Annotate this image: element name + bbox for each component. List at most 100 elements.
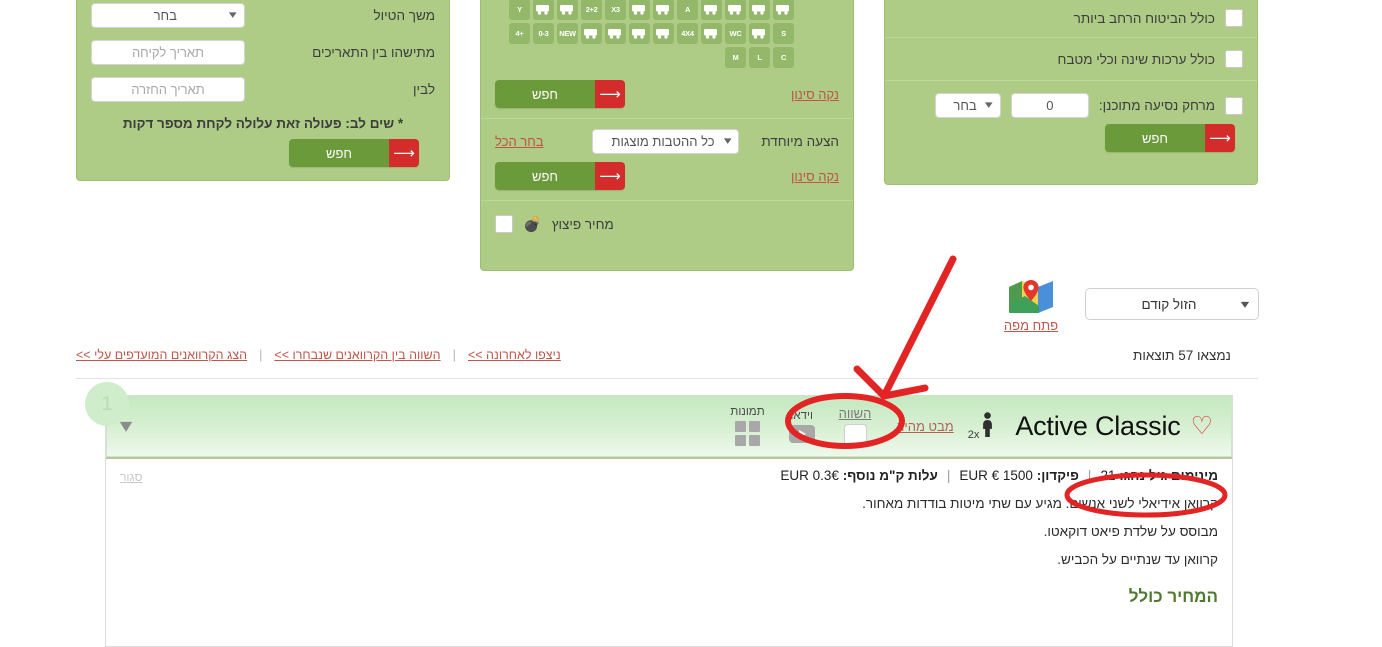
- spec-deposit: פיקדון: 1500 € EUR: [959, 468, 1079, 483]
- distance-input[interactable]: 0: [1010, 93, 1089, 118]
- camper-plus-icon[interactable]: [725, 0, 746, 20]
- heart-icon[interactable]: ♡: [1191, 413, 1213, 439]
- date-to-label: לבין: [413, 82, 435, 97]
- right-search-button[interactable]: ⟶ חפש: [1105, 124, 1235, 152]
- spec-extra-km: עלות ק"מ נוסף: 0.3€ EUR: [780, 468, 937, 483]
- compare-label[interactable]: השווה: [839, 406, 872, 421]
- link-divider: |: [452, 347, 456, 362]
- sort-select[interactable]: ▾ הזול קודם: [1085, 288, 1259, 320]
- wc-icon[interactable]: WC: [725, 23, 746, 44]
- distance-checkbox[interactable]: [1225, 96, 1243, 115]
- distance-unit-select[interactable]: ▾ בחר: [934, 93, 1001, 118]
- link-favorites[interactable]: הצג הקרוואנים המועדפים עלי >>: [76, 348, 247, 362]
- chevron-down-icon: ▾: [723, 135, 732, 147]
- duration-value: בחר: [153, 8, 177, 23]
- new-icon[interactable]: NEW: [557, 23, 578, 44]
- description-line: קרוואן עד שנתיים על הכביש.: [1057, 552, 1218, 567]
- icon-tag: L: [757, 52, 762, 62]
- truck-icon[interactable]: [701, 23, 722, 44]
- kitchen-checkbox[interactable]: [1225, 50, 1243, 68]
- pickup-date-input[interactable]: תאריך לקיחה: [91, 40, 245, 65]
- electric-icon[interactable]: [653, 23, 674, 44]
- spec-row: מינימום גיל נהג: 21 | פיקדון: 1500 € EUR…: [120, 468, 1218, 484]
- gear-icon[interactable]: [533, 0, 554, 20]
- return-date-input[interactable]: תאריך החזרה: [91, 77, 245, 102]
- arrow-left-icon: ⟶: [389, 139, 419, 167]
- chevron-down-icon: ▾: [1240, 297, 1250, 311]
- insurance-row: כולל הביטוח הרחב ביותר: [885, 0, 1257, 37]
- insurance-checkbox[interactable]: [1225, 9, 1243, 27]
- link-recently-viewed[interactable]: ניצפו לאחרונה >>: [468, 348, 561, 362]
- pickup-date-placeholder: תאריך לקיחה: [131, 45, 205, 60]
- camper-s-icon[interactable]: S: [773, 23, 794, 44]
- icon-tag: WC: [729, 28, 742, 38]
- icon-tag: X3: [611, 4, 620, 14]
- camper-arrow-icon[interactable]: [749, 0, 770, 20]
- van-icon[interactable]: [773, 0, 794, 20]
- close-link[interactable]: סגור: [120, 470, 142, 484]
- images-label: תמונות: [730, 406, 765, 418]
- tv-icon[interactable]: [605, 23, 626, 44]
- blast-price-checkbox[interactable]: [495, 215, 513, 233]
- select-all-link[interactable]: בחר הכל: [495, 134, 544, 149]
- price-includes-heading: המחיר כולל: [1128, 587, 1218, 606]
- camper-m-icon[interactable]: M: [725, 47, 746, 68]
- length-arrows-icon[interactable]: [653, 0, 674, 20]
- images-grid-icon[interactable]: [735, 421, 761, 446]
- family-plus-icon[interactable]: [629, 0, 650, 20]
- bed-icon[interactable]: [629, 23, 650, 44]
- date-to-row: לבין תאריך החזרה: [77, 71, 449, 108]
- link-compare-selected[interactable]: השווה בין הקרוואנים שנבחרו >>: [274, 348, 440, 362]
- occupancy-2plus2-icon[interactable]: 2+2: [581, 0, 602, 20]
- icon-tag: M: [732, 52, 739, 62]
- insurance-label: כולל הביטוח הרחב ביותר: [1073, 10, 1215, 26]
- automatic-transmission-icon[interactable]: A: [677, 0, 698, 20]
- red-arrow-annotation: [880, 255, 957, 400]
- left-filter-panel: משך הטיול ▾ בחר מתישהו בין התאריכים תארי…: [76, 0, 450, 181]
- icon-tag: NEW: [559, 28, 576, 38]
- person-icon: [980, 411, 995, 441]
- special-offer-select[interactable]: ▾ כל ההטבות מוצגות: [592, 129, 740, 154]
- distance-row: מרחק נסיעה מתוכנן: 0 ▾ בחר: [885, 81, 1257, 120]
- video-column: וידאו: [788, 410, 815, 443]
- open-map-link[interactable]: פתח מפה: [994, 278, 1068, 333]
- clear-filter-row-1: נקה סינון ⟶ חפש: [481, 70, 853, 118]
- result-actions-links: ניצפו לאחרונה >> | השווה בין הקרוואנים ש…: [76, 347, 561, 362]
- results-count: נמצאו 57 תוצאות: [1133, 348, 1231, 363]
- duration-select[interactable]: ▾ בחר: [91, 3, 245, 28]
- clear-filter-link-2[interactable]: נקה סינון: [791, 169, 839, 184]
- icon-tag: A: [684, 4, 691, 14]
- red-arrow-head: [853, 365, 929, 400]
- middle-search-button-1[interactable]: ⟶ חפש: [495, 80, 625, 108]
- middle-search-label-2: חפש: [495, 162, 595, 190]
- camper-plus4-icon[interactable]: +4: [509, 23, 530, 44]
- search-y-icon[interactable]: Y: [509, 0, 530, 20]
- family-icon[interactable]: [581, 23, 602, 44]
- compare-checkbox[interactable]: [843, 423, 867, 447]
- left-search-button[interactable]: ⟶ חפש: [289, 139, 419, 167]
- icon-tag: C: [780, 52, 787, 62]
- fourbyfour-icon[interactable]: 4X4: [677, 23, 698, 44]
- wheelchair-icon[interactable]: [701, 0, 722, 20]
- spec-min-age: מינימום גיל נהג: 21: [1100, 468, 1218, 483]
- spec-divider: |: [1087, 468, 1092, 483]
- video-play-icon[interactable]: [788, 424, 815, 443]
- clear-filter-link-1[interactable]: נקה סינון: [791, 87, 839, 102]
- shower-icon[interactable]: [749, 23, 770, 44]
- quick-look-link[interactable]: מבט מהיר: [897, 419, 953, 434]
- result-card: 1 ♡ Active Classic 2x מבט מהיר השווה ויד…: [85, 382, 1233, 647]
- left-search-label: חפש: [289, 139, 389, 167]
- occupancy-x3-icon[interactable]: X3: [605, 0, 626, 20]
- duration-note: * שים לב: פעולה זאת עלולה לקחת מספר דקות: [122, 116, 404, 131]
- distance-unit-value: בחר: [953, 98, 977, 113]
- middle-filter-panel: A X3 2+2 Y S WC 4X4 NEW 0-3 +4 C L M נקה סינון ⟶ חפש…: [480, 0, 854, 271]
- middle-search-button-2[interactable]: ⟶ חפש: [495, 162, 625, 190]
- camper-l-icon[interactable]: L: [749, 47, 770, 68]
- clear-filter-row-2: נקה סינון ⟶ חפש: [481, 156, 853, 200]
- person-plus-icon[interactable]: [557, 0, 578, 20]
- duration-label: משך הטיול: [373, 8, 436, 23]
- search-c-icon[interactable]: C: [773, 47, 794, 68]
- camper-0-3-icon[interactable]: 0-3: [533, 23, 554, 44]
- result-card-header: 1 ♡ Active Classic 2x מבט מהיר השווה ויד…: [85, 382, 1232, 457]
- blast-price-label: מחיר פיצוץ: [551, 216, 614, 232]
